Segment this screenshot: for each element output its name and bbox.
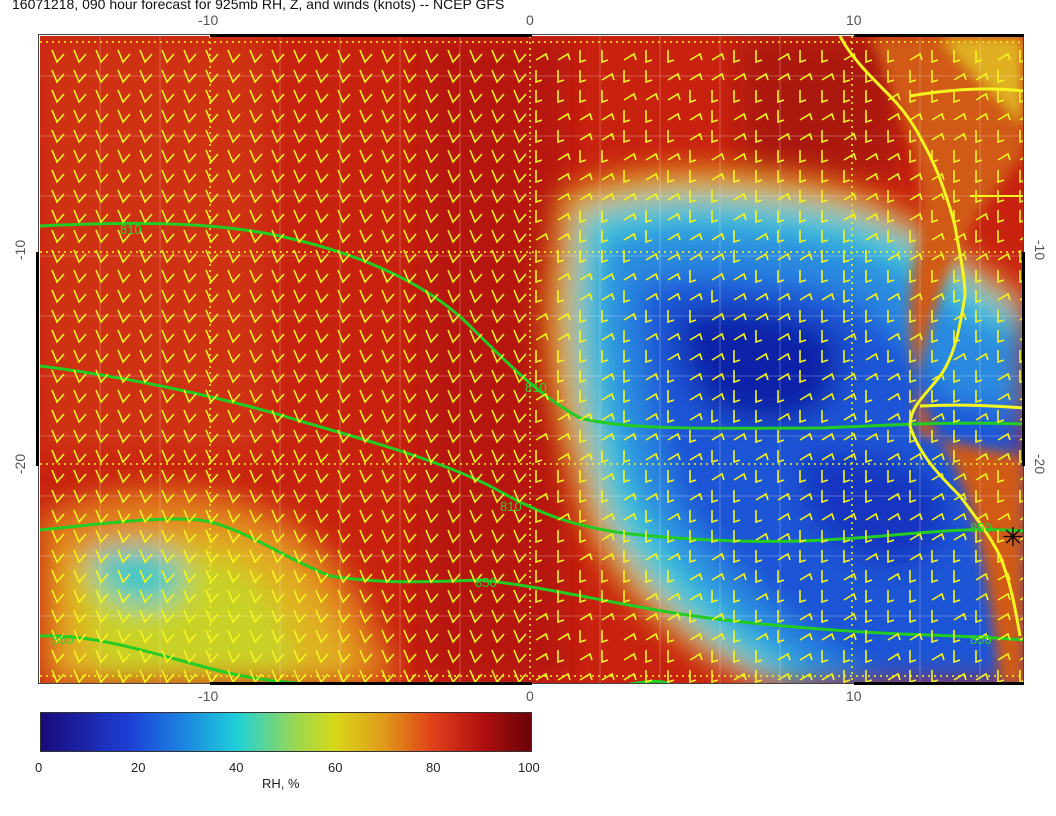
top-tick: 0 [526,12,534,28]
colorbar-label: RH, % [262,776,300,791]
rh-map: 810 810 810 850 850 850 850 [40,36,1024,684]
right-tick: -10 [1032,239,1049,261]
bottom-tick: -10 [198,688,219,704]
map-graphics: 810 810 810 850 850 850 850 [40,36,1024,684]
contour-label: 810 [120,222,142,237]
contour-label: 810 [500,499,522,514]
colorbar-tick: 80 [426,760,441,775]
axis-bar-left [36,252,39,466]
contour-label: 850 [475,575,497,590]
colorbar-tick: 60 [328,760,343,775]
contour-label: 850 [970,520,992,535]
top-tick: -10 [198,12,219,28]
axis-bar-top [854,34,1024,37]
colorbar-tick: 0 [35,760,43,775]
axis-bar-top [210,34,532,37]
left-tick: -10 [12,239,29,261]
colorbar-tick: 20 [131,760,146,775]
location-marker-icon: ✳ [1002,522,1024,552]
bottom-tick: 0 [526,688,534,704]
colorbar-tick: 100 [518,760,540,775]
left-tick: -20 [12,453,29,475]
right-tick: -20 [1032,453,1049,475]
colorbar-tick: 40 [229,760,244,775]
bottom-tick: 10 [846,688,862,704]
axis-bar-bottom [210,682,532,685]
colorbar [40,712,532,752]
map-title: 16071218, 090 hour forecast for 925mb RH… [12,0,505,12]
axis-bar-bottom [854,682,1024,685]
contour-label: 850 [970,632,992,647]
contour-label: 850 [52,632,74,647]
contour-label: 810 [525,380,547,395]
top-tick: 10 [846,12,862,28]
axis-bar-right [1022,252,1025,466]
